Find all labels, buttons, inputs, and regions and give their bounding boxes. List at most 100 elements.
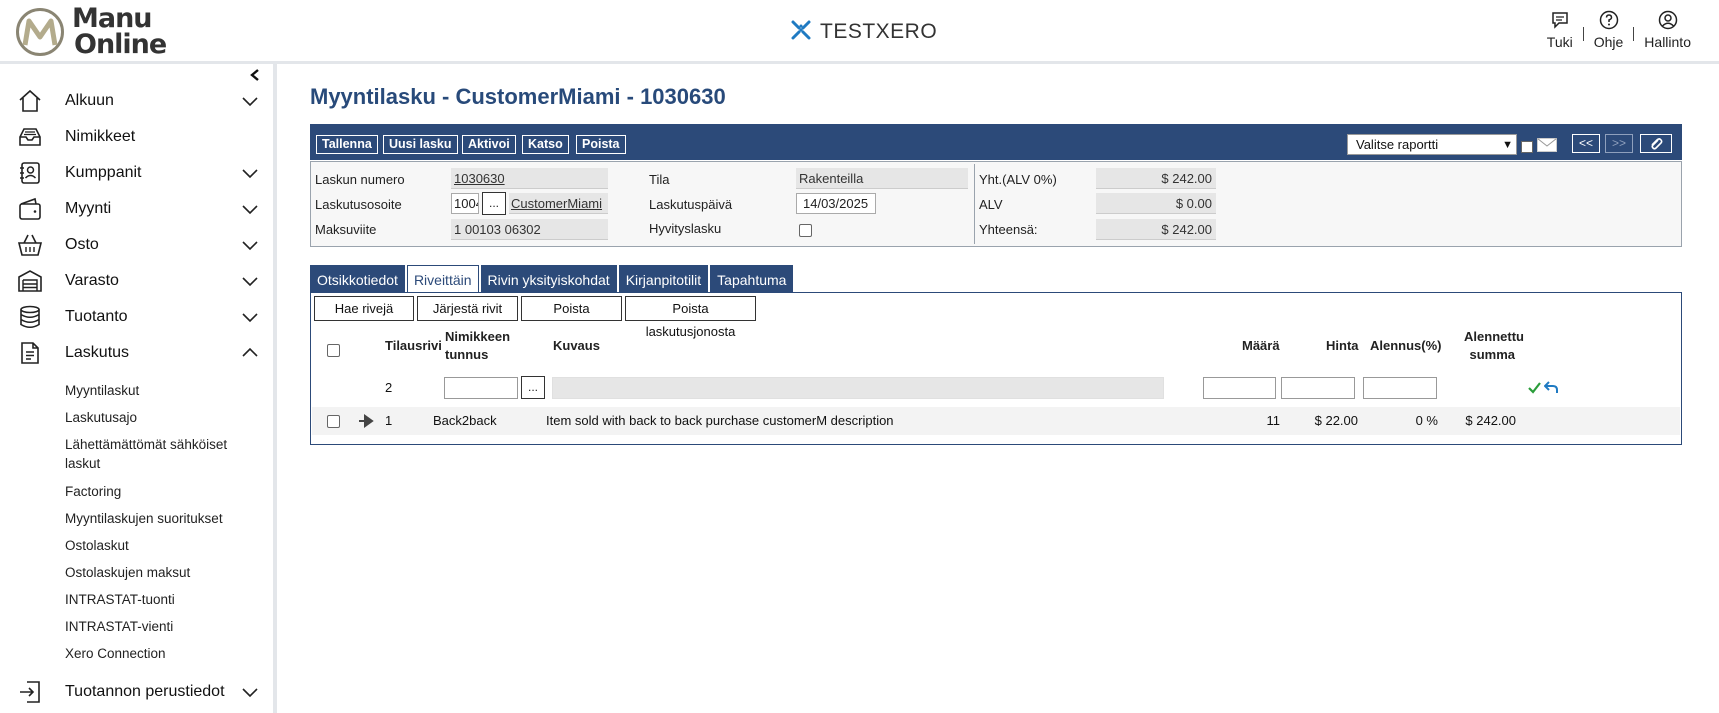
view-button[interactable]: Katso — [522, 135, 569, 154]
submenu-ostolaskut[interactable]: Ostolaskut — [65, 536, 265, 555]
logo-line2: Online — [74, 29, 167, 60]
collapse-sidebar-icon[interactable] — [250, 68, 260, 84]
vat-value: $ 0.00 — [1096, 193, 1216, 214]
credit-note-checkbox[interactable] — [799, 224, 812, 237]
billing-address-name-link[interactable]: CustomerMiami — [509, 193, 608, 214]
basket-icon — [17, 234, 43, 256]
top-navigation: Tuki Ohje Hallinto — [1537, 10, 1701, 50]
ohje-link[interactable]: Ohje — [1584, 10, 1634, 50]
hallinto-link[interactable]: Hallinto — [1634, 10, 1701, 50]
submenu-xero-connection[interactable]: Xero Connection — [65, 644, 265, 663]
tab-rivin-yksityiskohdat[interactable]: Rivin yksityiskohdat — [480, 265, 617, 293]
row-number: 1 — [385, 413, 393, 428]
new-invoice-button[interactable]: Uusi lasku — [383, 135, 458, 154]
submenu-lahettamattomat[interactable]: Lähettämättömät sähköiset laskut — [65, 435, 255, 473]
menu-varasto[interactable]: Varasto — [0, 265, 270, 297]
mail-icon[interactable] — [1537, 138, 1557, 152]
report-select-value: Valitse raportti — [1356, 137, 1439, 152]
menu-tuotannon-perustiedot[interactable]: Tuotannon perustiedot — [0, 676, 270, 708]
new-row-number: 2 — [385, 380, 393, 395]
panel-divider — [974, 164, 975, 244]
logo-mark — [16, 8, 64, 56]
billing-address-lookup-button[interactable]: ... — [482, 192, 506, 215]
status-label: Tila — [649, 172, 670, 187]
select-all-checkbox[interactable] — [327, 344, 340, 357]
logout-icon — [20, 681, 40, 703]
invoice-tabs: Otsikkotiedot Riveittäin Rivin yksityisk… — [310, 265, 795, 293]
payment-reference-value: 1 00103 06302 — [451, 219, 608, 240]
menu-nimikkeet[interactable]: Nimikkeet — [0, 121, 270, 153]
column-header-discounted-1: Alennettu — [1464, 329, 1524, 344]
submenu-ostolaskujen-maksut[interactable]: Ostolaskujen maksut — [65, 563, 265, 582]
fetch-rows-button[interactable]: Hae rivejä — [314, 296, 414, 321]
tab-otsikkotiedot[interactable]: Otsikkotiedot — [310, 265, 405, 293]
new-price-input[interactable] — [1281, 377, 1355, 399]
grand-total-label: Yhteensä: — [979, 222, 1038, 237]
delete-rows-button[interactable]: Poista — [521, 296, 622, 321]
submenu-myyntilaskujen-suoritukset[interactable]: Myyntilaskujen suoritukset — [65, 509, 265, 528]
menu-myynti[interactable]: Myynti — [0, 193, 270, 225]
document-icon — [21, 342, 39, 364]
help-icon — [1599, 10, 1618, 30]
menu-osto[interactable]: Osto — [0, 229, 270, 261]
sidebar: Alkuun Nimikkeet Kumppanit Myynti Osto V… — [0, 64, 277, 713]
chat-icon — [1552, 12, 1568, 29]
ohje-label: Ohje — [1593, 34, 1624, 50]
new-item-code-input[interactable] — [444, 377, 518, 399]
invoice-header-panel: Laskun numero 1030630 Laskutusosoite 100… — [310, 161, 1682, 247]
manu-online-logo[interactable]: Manu Online — [16, 5, 216, 60]
confirm-check-icon[interactable] — [1528, 382, 1541, 394]
menu-label: Myynti — [65, 200, 112, 217]
new-item-lookup-button[interactable]: ... — [521, 376, 545, 399]
column-header-discount: Alennus(%) — [1370, 338, 1442, 353]
menu-alkuun[interactable]: Alkuun — [0, 85, 270, 117]
chevron-down-icon — [242, 277, 258, 287]
home-icon — [19, 89, 41, 112]
chevron-down-icon — [242, 241, 258, 251]
previous-button[interactable]: << — [1572, 134, 1600, 153]
chevron-down-icon — [242, 688, 258, 698]
submenu-myyntilaskut[interactable]: Myyntilaskut — [65, 381, 265, 400]
submenu-factoring[interactable]: Factoring — [65, 482, 265, 501]
new-description-input[interactable] — [552, 377, 1164, 399]
tab-kirjanpitotilit[interactable]: Kirjanpitotilit — [618, 265, 709, 293]
invoice-toolbar: Tallenna Uusi lasku Aktivoi Katso Poista… — [310, 124, 1682, 160]
menu-label: Tuotanto — [65, 308, 128, 325]
main-content: Myyntilasku - CustomerMiami - 1030630 Ta… — [277, 64, 1719, 713]
arrow-right-icon[interactable] — [358, 414, 374, 428]
submenu-laskutusajo[interactable]: Laskutusajo — [65, 408, 265, 427]
activate-button[interactable]: Aktivoi — [462, 135, 516, 154]
tab-riveittain[interactable]: Riveittäin — [406, 265, 479, 293]
environment-indicator: TESTXERO — [790, 18, 937, 46]
delete-button[interactable]: Poista — [576, 135, 626, 154]
report-select[interactable]: Valitse raportti ▼ — [1347, 134, 1517, 155]
billing-address-id-field[interactable]: 1004 — [451, 193, 479, 214]
menu-kumppanit[interactable]: Kumppanit — [0, 157, 270, 189]
row-select-checkbox[interactable] — [327, 415, 340, 428]
chevron-down-icon — [242, 169, 258, 179]
menu-tuotanto[interactable]: Tuotanto — [0, 301, 270, 333]
row-sum: $ 242.00 — [1465, 413, 1516, 428]
save-button[interactable]: Tallenna — [316, 135, 378, 154]
remove-from-billing-queue-button[interactable]: Poista laskutusjonosta — [625, 296, 756, 339]
table-row[interactable]: 1 Back2back Item sold with back to back … — [312, 407, 1680, 435]
user-icon — [1658, 10, 1677, 30]
undo-icon[interactable] — [1544, 381, 1558, 394]
new-quantity-input[interactable] — [1203, 377, 1276, 399]
submenu-intrastat-tuonti[interactable]: INTRASTAT-tuonti — [65, 590, 265, 609]
invoice-lines-panel: Hae rivejä Järjestä rivit Poista Poista … — [310, 292, 1682, 445]
tuki-link[interactable]: Tuki — [1537, 10, 1583, 50]
invoice-date-label: Laskutuspäivä — [649, 197, 733, 212]
chevron-down-icon — [242, 205, 258, 215]
menu-laskutus[interactable]: Laskutus — [0, 337, 270, 369]
menu-label: Kumppanit — [65, 164, 142, 181]
invoice-number-link[interactable]: 1030630 — [451, 168, 608, 189]
next-button[interactable]: >> — [1605, 134, 1633, 153]
tab-tapahtuma[interactable]: Tapahtuma — [710, 265, 794, 293]
sort-rows-button[interactable]: Järjestä rivit — [417, 296, 518, 321]
report-email-checkbox[interactable] — [1521, 141, 1533, 153]
submenu-intrastat-vienti[interactable]: INTRASTAT-vienti — [65, 617, 265, 636]
invoice-date-field[interactable]: 14/03/2025 — [796, 193, 876, 214]
attachment-button[interactable] — [1640, 134, 1672, 153]
new-discount-input[interactable] — [1363, 377, 1437, 399]
